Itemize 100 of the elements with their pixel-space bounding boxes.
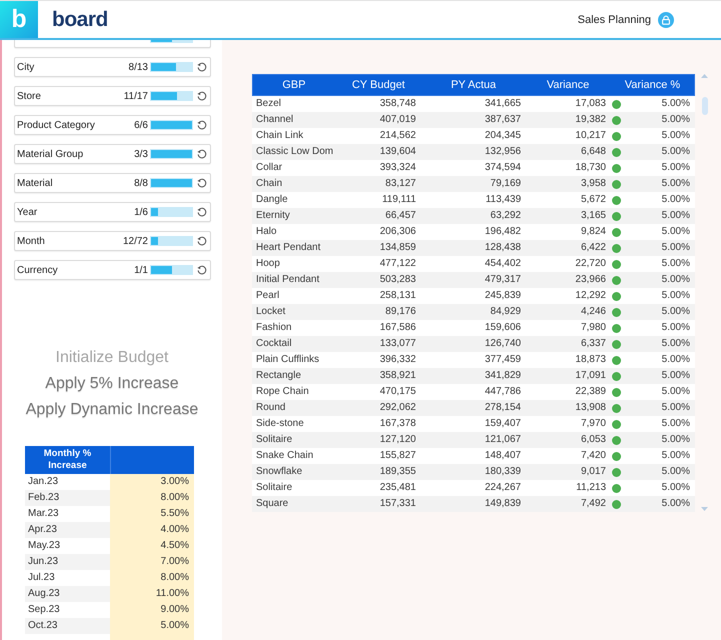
table-cell-text: Dangle	[255, 193, 289, 207]
table-cell-text: 6,648	[580, 145, 607, 159]
table-cell: Aug.23	[25, 586, 110, 602]
table-cell-text: 5.00%	[662, 209, 690, 223]
table-cell-text: 134,859	[378, 241, 417, 255]
table-cell-text: 5.00%	[662, 145, 690, 159]
table-cell-text: 5.00%	[662, 193, 690, 207]
filter-count: 1/1	[134, 264, 148, 276]
table-cell-text: 22,389	[574, 385, 607, 399]
table-cell-text: 6,053	[580, 433, 607, 447]
table-cell-text: 393,324	[378, 161, 417, 175]
table-cell: Feb.23	[25, 490, 110, 506]
table-cell-text: 358,921	[378, 369, 417, 383]
table-cell-text: 5.00%	[662, 417, 690, 431]
app-logo: b	[0, 1, 38, 38]
scrollbar-thumb[interactable]	[702, 97, 708, 115]
table-cell-text: 79,169	[489, 177, 522, 191]
table-cell-text: 477,122	[378, 257, 417, 271]
table-cell-text: 5.00%	[662, 177, 690, 191]
table-cell-text: 5.00%	[662, 161, 690, 175]
table-cell-text: Chain Link	[255, 129, 304, 143]
table-cell-text: 245,839	[484, 289, 522, 303]
table-cell-text: Solitaire	[255, 433, 294, 447]
table-cell-text: 148,407	[484, 449, 522, 463]
filter-row[interactable]: Year 1/6	[14, 202, 211, 222]
table-cell-text: Square	[255, 497, 290, 511]
table-cell-text: 5.00%	[662, 113, 690, 127]
table-cell-text: 5.00%	[662, 481, 690, 495]
table-cell-text: 6,337	[580, 337, 607, 351]
table-cell-text: Pearl	[255, 289, 280, 303]
table-cell-text: 10,217	[574, 129, 607, 143]
column-header: Variance %	[624, 78, 682, 93]
refresh-icon[interactable]	[197, 178, 207, 188]
table-cell-text: 5.00%	[662, 401, 690, 415]
app-title: Sales Planning	[578, 14, 651, 26]
table-cell-text: 235,481	[378, 481, 417, 495]
table-cell-text: 5.00%	[662, 433, 690, 447]
refresh-icon[interactable]	[197, 91, 207, 101]
table-cell-text: 121,067	[484, 433, 522, 447]
table-cell-text: 278,154	[484, 401, 522, 415]
filter-row[interactable]: Material 8/8	[14, 173, 211, 193]
table-cell-text: 5.00%	[662, 321, 690, 335]
table-cell-text: 3,958	[580, 177, 607, 191]
table-cell-text: Solitaire	[255, 481, 294, 495]
table-cell-text: Bezel	[255, 97, 282, 111]
refresh-icon[interactable]	[197, 149, 207, 159]
filter-row[interactable]: City 8/13	[14, 57, 211, 77]
action-button[interactable]: Apply Dynamic Increase	[22, 397, 202, 423]
table-cell-text: Fashion	[255, 321, 293, 335]
table-cell-text: 12,292	[574, 289, 607, 303]
table-cell-text: 23,966	[574, 273, 607, 287]
table-cell-text: 358,748	[378, 97, 417, 111]
refresh-icon[interactable]	[197, 120, 207, 130]
table-cell-text: 407,019	[378, 113, 417, 127]
table-cell-text: 119,111	[381, 193, 417, 207]
table-cell-text: Rope Chain	[255, 385, 310, 399]
filter-label: Material Group	[17, 148, 84, 160]
table-cell-text: 454,402	[484, 257, 522, 271]
filter-label: Currency	[17, 264, 59, 276]
filter-row[interactable]: Product Category 6/6	[14, 115, 211, 135]
table-cell-text: 224,267	[484, 481, 522, 495]
table-cell-text: Cocktail	[255, 337, 293, 351]
filter-row[interactable]: Month 12/72	[14, 231, 211, 251]
filter-count: 8/13	[128, 62, 148, 72]
table-cell-text: 5.00%	[662, 353, 690, 367]
refresh-icon[interactable]	[197, 62, 207, 72]
filter-label: Year	[17, 206, 38, 218]
table-cell-text: 127,120	[378, 433, 417, 447]
table-cell: Apr.23	[25, 522, 110, 538]
filter-count: 3/3	[134, 148, 148, 160]
table-cell: Jun.23	[25, 554, 110, 570]
table-cell-text: 17,083	[574, 97, 607, 111]
table-cell-text: 9,017	[580, 465, 607, 479]
filter-label: Store	[17, 90, 42, 102]
table-cell-text: Channel	[255, 113, 294, 127]
refresh-icon[interactable]	[197, 236, 207, 246]
table-cell-text: Chain	[255, 177, 284, 191]
refresh-icon[interactable]	[197, 207, 207, 217]
table-cell-text: Hoop	[255, 257, 281, 271]
filter-row[interactable]: Currency 1/1	[14, 260, 211, 280]
table-cell-text: Classic Low Dom	[255, 145, 334, 159]
table-cell-text: 5.00%	[662, 241, 690, 255]
filter-row[interactable]: Store 11/17	[14, 86, 211, 106]
table-cell-text: 5.00%	[662, 497, 690, 511]
table-cell-text: Snake Chain	[255, 449, 314, 463]
filter-row[interactable]: Material Group 3/3	[14, 144, 211, 164]
table-cell-text: 258,131	[378, 289, 417, 303]
table-cell-text: 387,637	[484, 113, 522, 127]
table-cell-text: Rectangle	[255, 369, 302, 383]
filter-label: Material	[17, 178, 54, 188]
table-cell-text: 470,175	[378, 385, 417, 399]
table-cell-text: 7,970	[580, 417, 607, 431]
table-cell-text: 503,283	[378, 273, 417, 287]
table-cell-text: 377,459	[484, 353, 522, 367]
table-cell-text: 7,980	[580, 321, 607, 335]
column-header: PY Actua	[450, 78, 498, 93]
table-cell-text: 159,407	[484, 417, 522, 431]
refresh-icon[interactable]	[197, 265, 207, 275]
table-cell-text: Side-stone	[255, 417, 305, 431]
action-button[interactable]: Apply 5% Increase	[41, 371, 183, 397]
